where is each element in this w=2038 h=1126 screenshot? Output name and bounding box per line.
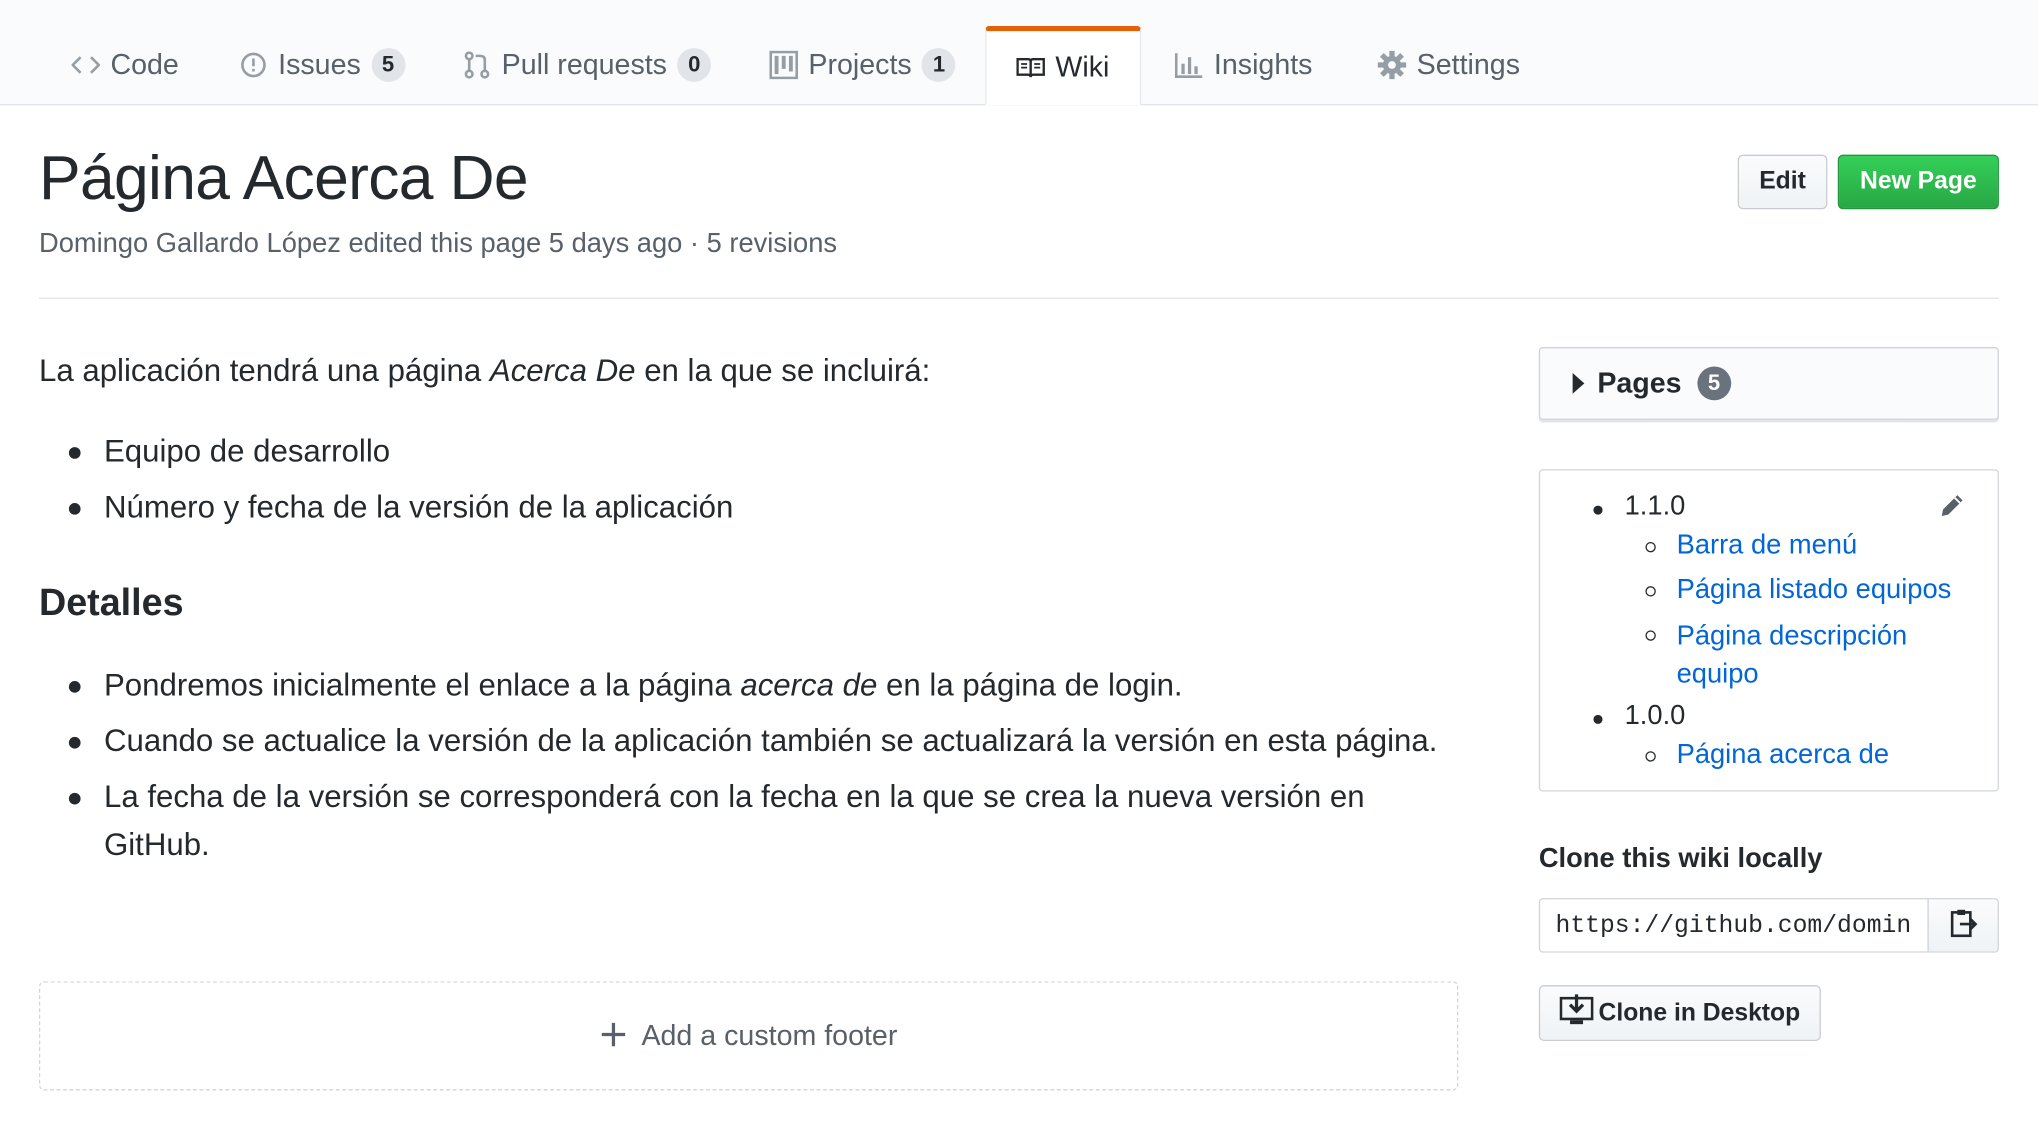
toc-version-item: 1.0.0 <box>1593 700 1686 732</box>
intro-emphasis: Acerca De <box>489 353 636 389</box>
page-title: Página Acerca De <box>38 144 529 214</box>
page-edit-meta: Domingo Gallardo López edited this page … <box>38 228 838 259</box>
detail-emphasis: acerca de <box>740 668 878 704</box>
pull-request-icon <box>463 51 492 80</box>
tab-label: Code <box>110 48 179 81</box>
toc-link-pagina-descripcion-equipo[interactable]: Página descripción equipo <box>1677 621 1908 689</box>
issues-count-badge: 5 <box>371 48 405 82</box>
tab-label: Projects <box>808 48 912 81</box>
tab-label: Wiki <box>1055 50 1110 84</box>
sidebar-toc-second: 1.0.0 <box>1593 700 1686 732</box>
tab-label: Insights <box>1213 48 1313 81</box>
tab-settings[interactable]: Settings <box>1377 26 1520 104</box>
desktop-download-icon <box>1559 993 1594 1033</box>
tab-label: Settings <box>1416 48 1520 81</box>
feature-list: Equipo de desarrollo Número y fecha de l… <box>65 428 733 540</box>
list-item: Equipo de desarrollo <box>65 428 733 476</box>
intro-paragraph: La aplicación tendrá una página Acerca D… <box>39 354 930 390</box>
edit-button[interactable]: Edit <box>1737 154 1828 210</box>
tab-label: Issues <box>278 48 361 81</box>
repo-nav: Code Issues 5 Pull requests 0 Projects 1 <box>0 0 2038 106</box>
detail-text: Pondremos inicialmente el enlace a la pá… <box>103 668 741 704</box>
pull-requests-count-badge: 0 <box>677 48 712 82</box>
toc-link-pagina-listado-equipos[interactable]: Página listado equipos <box>1677 574 1952 604</box>
pencil-icon[interactable] <box>1937 490 1968 521</box>
code-icon <box>71 51 101 80</box>
toc-version-label: 1.1.0 <box>1624 491 1686 522</box>
tab-issues[interactable]: Issues 5 <box>239 26 405 104</box>
clone-desktop-label: Clone in Desktop <box>1598 998 1801 1027</box>
toc-item: Página listado equipos <box>1645 573 1976 607</box>
detail-text-end: en la página de login. <box>877 668 1183 704</box>
new-page-button[interactable]: New Page <box>1837 154 1999 210</box>
pages-count-badge: 5 <box>1697 366 1731 401</box>
project-icon <box>769 50 799 80</box>
list-item: Número y fecha de la versión de la aplic… <box>65 483 733 531</box>
clipboard-icon <box>1949 907 1978 945</box>
projects-count-badge: 1 <box>922 48 956 82</box>
triangle-right-icon <box>1572 373 1585 394</box>
tab-code[interactable]: Code <box>71 26 179 104</box>
details-list: Pondremos inicialmente el enlace a la pá… <box>65 662 1443 878</box>
tab-pull-requests[interactable]: Pull requests 0 <box>463 26 712 104</box>
clone-url-input[interactable] <box>1538 898 1929 953</box>
plus-icon <box>600 1016 626 1055</box>
clone-heading: Clone this wiki locally <box>1538 843 1823 874</box>
section-heading-detalles: Detalles <box>38 582 184 624</box>
copy-url-button[interactable] <box>1927 898 1999 953</box>
add-custom-footer-button[interactable]: Add a custom footer <box>38 981 1459 1091</box>
intro-text: La aplicación tendrá una página <box>38 353 490 389</box>
toc-link-barra-de-menu[interactable]: Barra de menú <box>1677 530 1858 560</box>
add-footer-label: Add a custom footer <box>641 1018 898 1052</box>
tab-wiki[interactable]: Wiki <box>985 25 1141 106</box>
toc-version-item: 1.1.0 <box>1593 491 1686 522</box>
toc-sublist: Barra de menú Página listado equipos Pág… <box>1645 529 1976 693</box>
toc-item: Página acerca de <box>1645 738 1889 772</box>
sidebar-toc: 1.1.0 <box>1593 491 1686 522</box>
tab-label: Pull requests <box>501 48 667 81</box>
toc-item: Página descripción equipo <box>1645 617 1976 692</box>
gear-icon <box>1377 50 1407 80</box>
tab-insights[interactable]: Insights <box>1174 26 1313 104</box>
header-divider <box>38 297 1999 299</box>
book-icon <box>1016 53 1045 82</box>
toc-sublist: Página acerca de <box>1645 738 1889 772</box>
graph-icon <box>1174 51 1204 80</box>
tab-projects[interactable]: Projects 1 <box>769 26 956 104</box>
intro-text-end: en la que se incluirá: <box>635 353 931 389</box>
list-item: La fecha de la versión se corresponderá … <box>65 773 1443 869</box>
pages-toggle[interactable]: Pages 5 <box>1538 347 1999 420</box>
pages-label: Pages <box>1597 366 1682 400</box>
toc-link-pagina-acerca-de[interactable]: Página acerca de <box>1677 740 1889 770</box>
toc-item: Barra de menú <box>1645 529 1976 563</box>
clone-in-desktop-button[interactable]: Clone in Desktop <box>1538 985 1821 1042</box>
list-item: Pondremos inicialmente el enlace a la pá… <box>65 662 1443 710</box>
list-item: Cuando se actualice la versión de la apl… <box>65 717 1443 765</box>
toc-version-label: 1.0.0 <box>1624 700 1686 731</box>
issue-icon <box>239 51 268 80</box>
